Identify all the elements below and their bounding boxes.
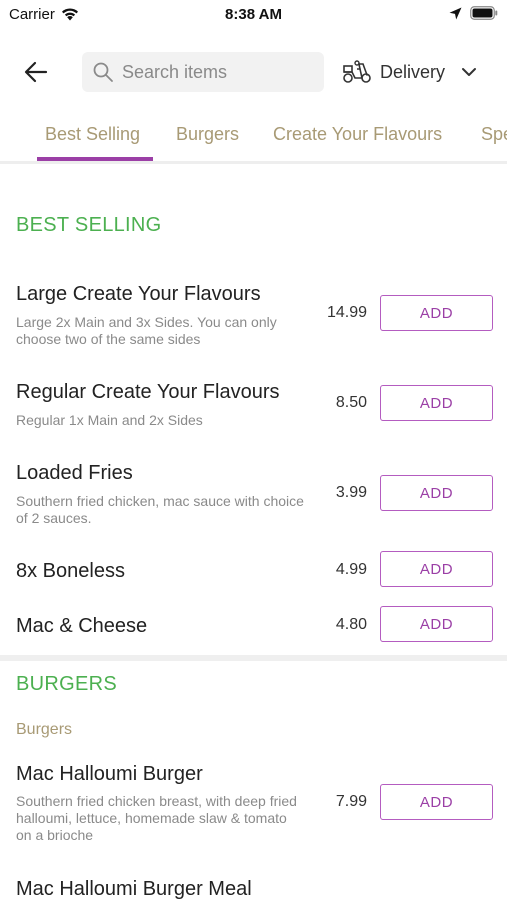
item-name: 8x Boneless [16, 560, 125, 582]
tab-best-selling[interactable]: Best Selling [45, 124, 140, 145]
add-button[interactable]: ADD [380, 385, 493, 421]
location-arrow-icon [449, 7, 462, 19]
header: Delivery [0, 50, 507, 94]
search-bar[interactable] [82, 52, 324, 92]
tab-burgers[interactable]: Burgers [176, 124, 239, 145]
scooter-icon [343, 60, 371, 83]
item-price: 14.99 [326, 304, 367, 321]
tab-specials[interactable]: Spe [481, 124, 507, 145]
item-price: 4.99 [335, 561, 367, 578]
add-button[interactable]: ADD [380, 295, 493, 331]
item-name: Loaded Fries [16, 462, 133, 484]
item-description: Regular 1x Main and 2x Sides [16, 412, 203, 428]
section-title-best-selling: BEST SELLING [16, 214, 162, 236]
item-description: Southern fried chicken, mac sauce with c… [16, 493, 304, 526]
item-price: 3.99 [335, 484, 367, 501]
status-right [449, 6, 498, 20]
battery-icon [470, 6, 498, 20]
search-icon [93, 62, 113, 82]
section-divider [0, 655, 507, 661]
item-name: Mac Halloumi Burger Meal [16, 878, 252, 900]
active-tab-indicator [37, 157, 153, 161]
status-time: 8:38 AM [225, 6, 282, 23]
item-price: 7.99 [335, 793, 367, 810]
tab-create-your-flavours[interactable]: Create Your Flavours [273, 124, 442, 145]
subcategory-label: Burgers [16, 721, 73, 738]
item-description: Southern fried chicken breast, with deep… [16, 793, 297, 843]
item-price: 8.50 [335, 394, 367, 411]
item-name: Mac Halloumi Burger [16, 763, 203, 785]
category-tabs: Best Selling Burgers Create Your Flavour… [0, 112, 507, 164]
back-arrow-icon [24, 61, 48, 83]
back-button[interactable] [22, 58, 50, 86]
item-price: 4.80 [335, 616, 367, 633]
item-description: Large 2x Main and 3x Sides. You can only… [16, 314, 277, 347]
status-bar: Carrier 8:38 AM [0, 0, 507, 28]
item-name: Regular Create Your Flavours [16, 381, 280, 403]
item-name: Mac & Cheese [16, 615, 148, 637]
search-input[interactable] [122, 61, 312, 83]
delivery-selector[interactable]: Delivery [342, 58, 477, 86]
add-button[interactable]: ADD [380, 551, 493, 587]
section-title-burgers: BURGERS [16, 673, 118, 695]
item-name: Large Create Your Flavours [16, 283, 261, 305]
chevron-down-icon [462, 68, 477, 76]
add-button[interactable]: ADD [380, 475, 493, 511]
delivery-label: Delivery [380, 61, 446, 82]
add-button[interactable]: ADD [380, 784, 493, 820]
add-button[interactable]: ADD [380, 606, 493, 642]
